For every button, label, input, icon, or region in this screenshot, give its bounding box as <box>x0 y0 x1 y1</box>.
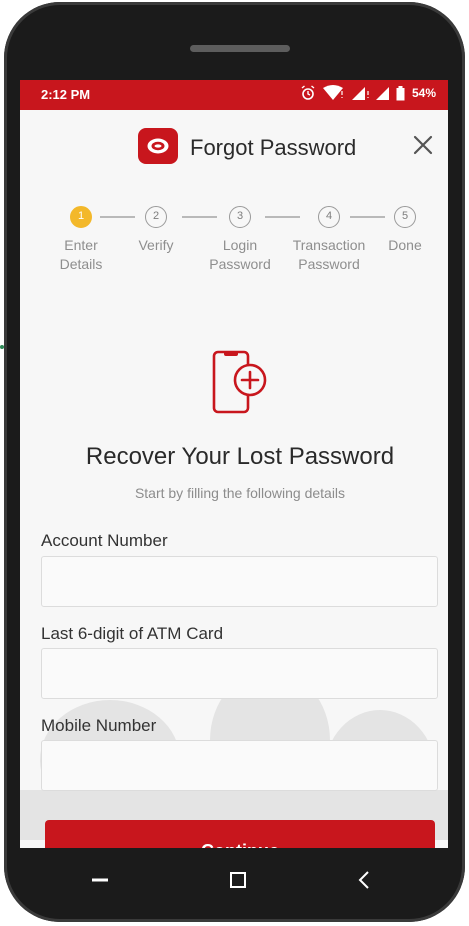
continue-button[interactable]: Continue <box>45 820 435 848</box>
mobile-number-label: Mobile Number <box>41 716 157 735</box>
battery-icon <box>396 85 405 100</box>
phone-add-icon <box>212 350 267 414</box>
page-header: Forgot Password <box>20 110 448 180</box>
android-nav-bar <box>20 848 448 912</box>
status-time: 2:12 PM <box>41 87 91 102</box>
home-icon[interactable] <box>220 866 256 894</box>
step-done: 5 Done <box>355 200 448 255</box>
recover-heading: Recover Your Lost Password <box>85 443 395 470</box>
recents-icon[interactable] <box>82 866 118 894</box>
account-number-input[interactable] <box>41 556 438 607</box>
signal-icon <box>351 87 369 100</box>
wifi-icon <box>322 85 343 100</box>
recover-subheading: Start by filling the following details <box>134 485 346 501</box>
alarm-icon <box>301 85 315 100</box>
progress-stepper: 1 Enter Details 2 Verify 3 Login Passwor… <box>20 200 448 280</box>
battery-percentage: 54% <box>411 86 436 100</box>
step-number: 1 <box>70 206 92 228</box>
account-number-label: Account Number <box>41 531 168 550</box>
step-label: Login Password <box>209 237 271 272</box>
step-label: Done <box>388 237 422 253</box>
app-screen: 2:12 PM 54% Forgot Password 1 Enter Deta… <box>20 80 448 848</box>
phone-speaker <box>190 45 290 52</box>
step-number: 3 <box>229 206 251 228</box>
step-number: 5 <box>394 206 416 228</box>
step-number: 2 <box>145 206 167 228</box>
atm-card-input[interactable] <box>41 648 438 699</box>
atm-card-label: Last 6-digit of ATM Card <box>41 624 224 643</box>
step-number: 4 <box>318 206 340 228</box>
status-bar: 2:12 PM 54% <box>20 80 448 110</box>
back-icon[interactable] <box>346 866 382 894</box>
signal-icon <box>375 87 389 100</box>
close-icon[interactable] <box>410 132 436 158</box>
mobile-number-input[interactable] <box>41 740 438 791</box>
status-icons: 54% <box>300 85 436 101</box>
bank-logo-icon <box>138 128 178 164</box>
step-login-password: 3 Login Password <box>190 200 290 274</box>
page-title: Forgot Password <box>190 135 357 160</box>
